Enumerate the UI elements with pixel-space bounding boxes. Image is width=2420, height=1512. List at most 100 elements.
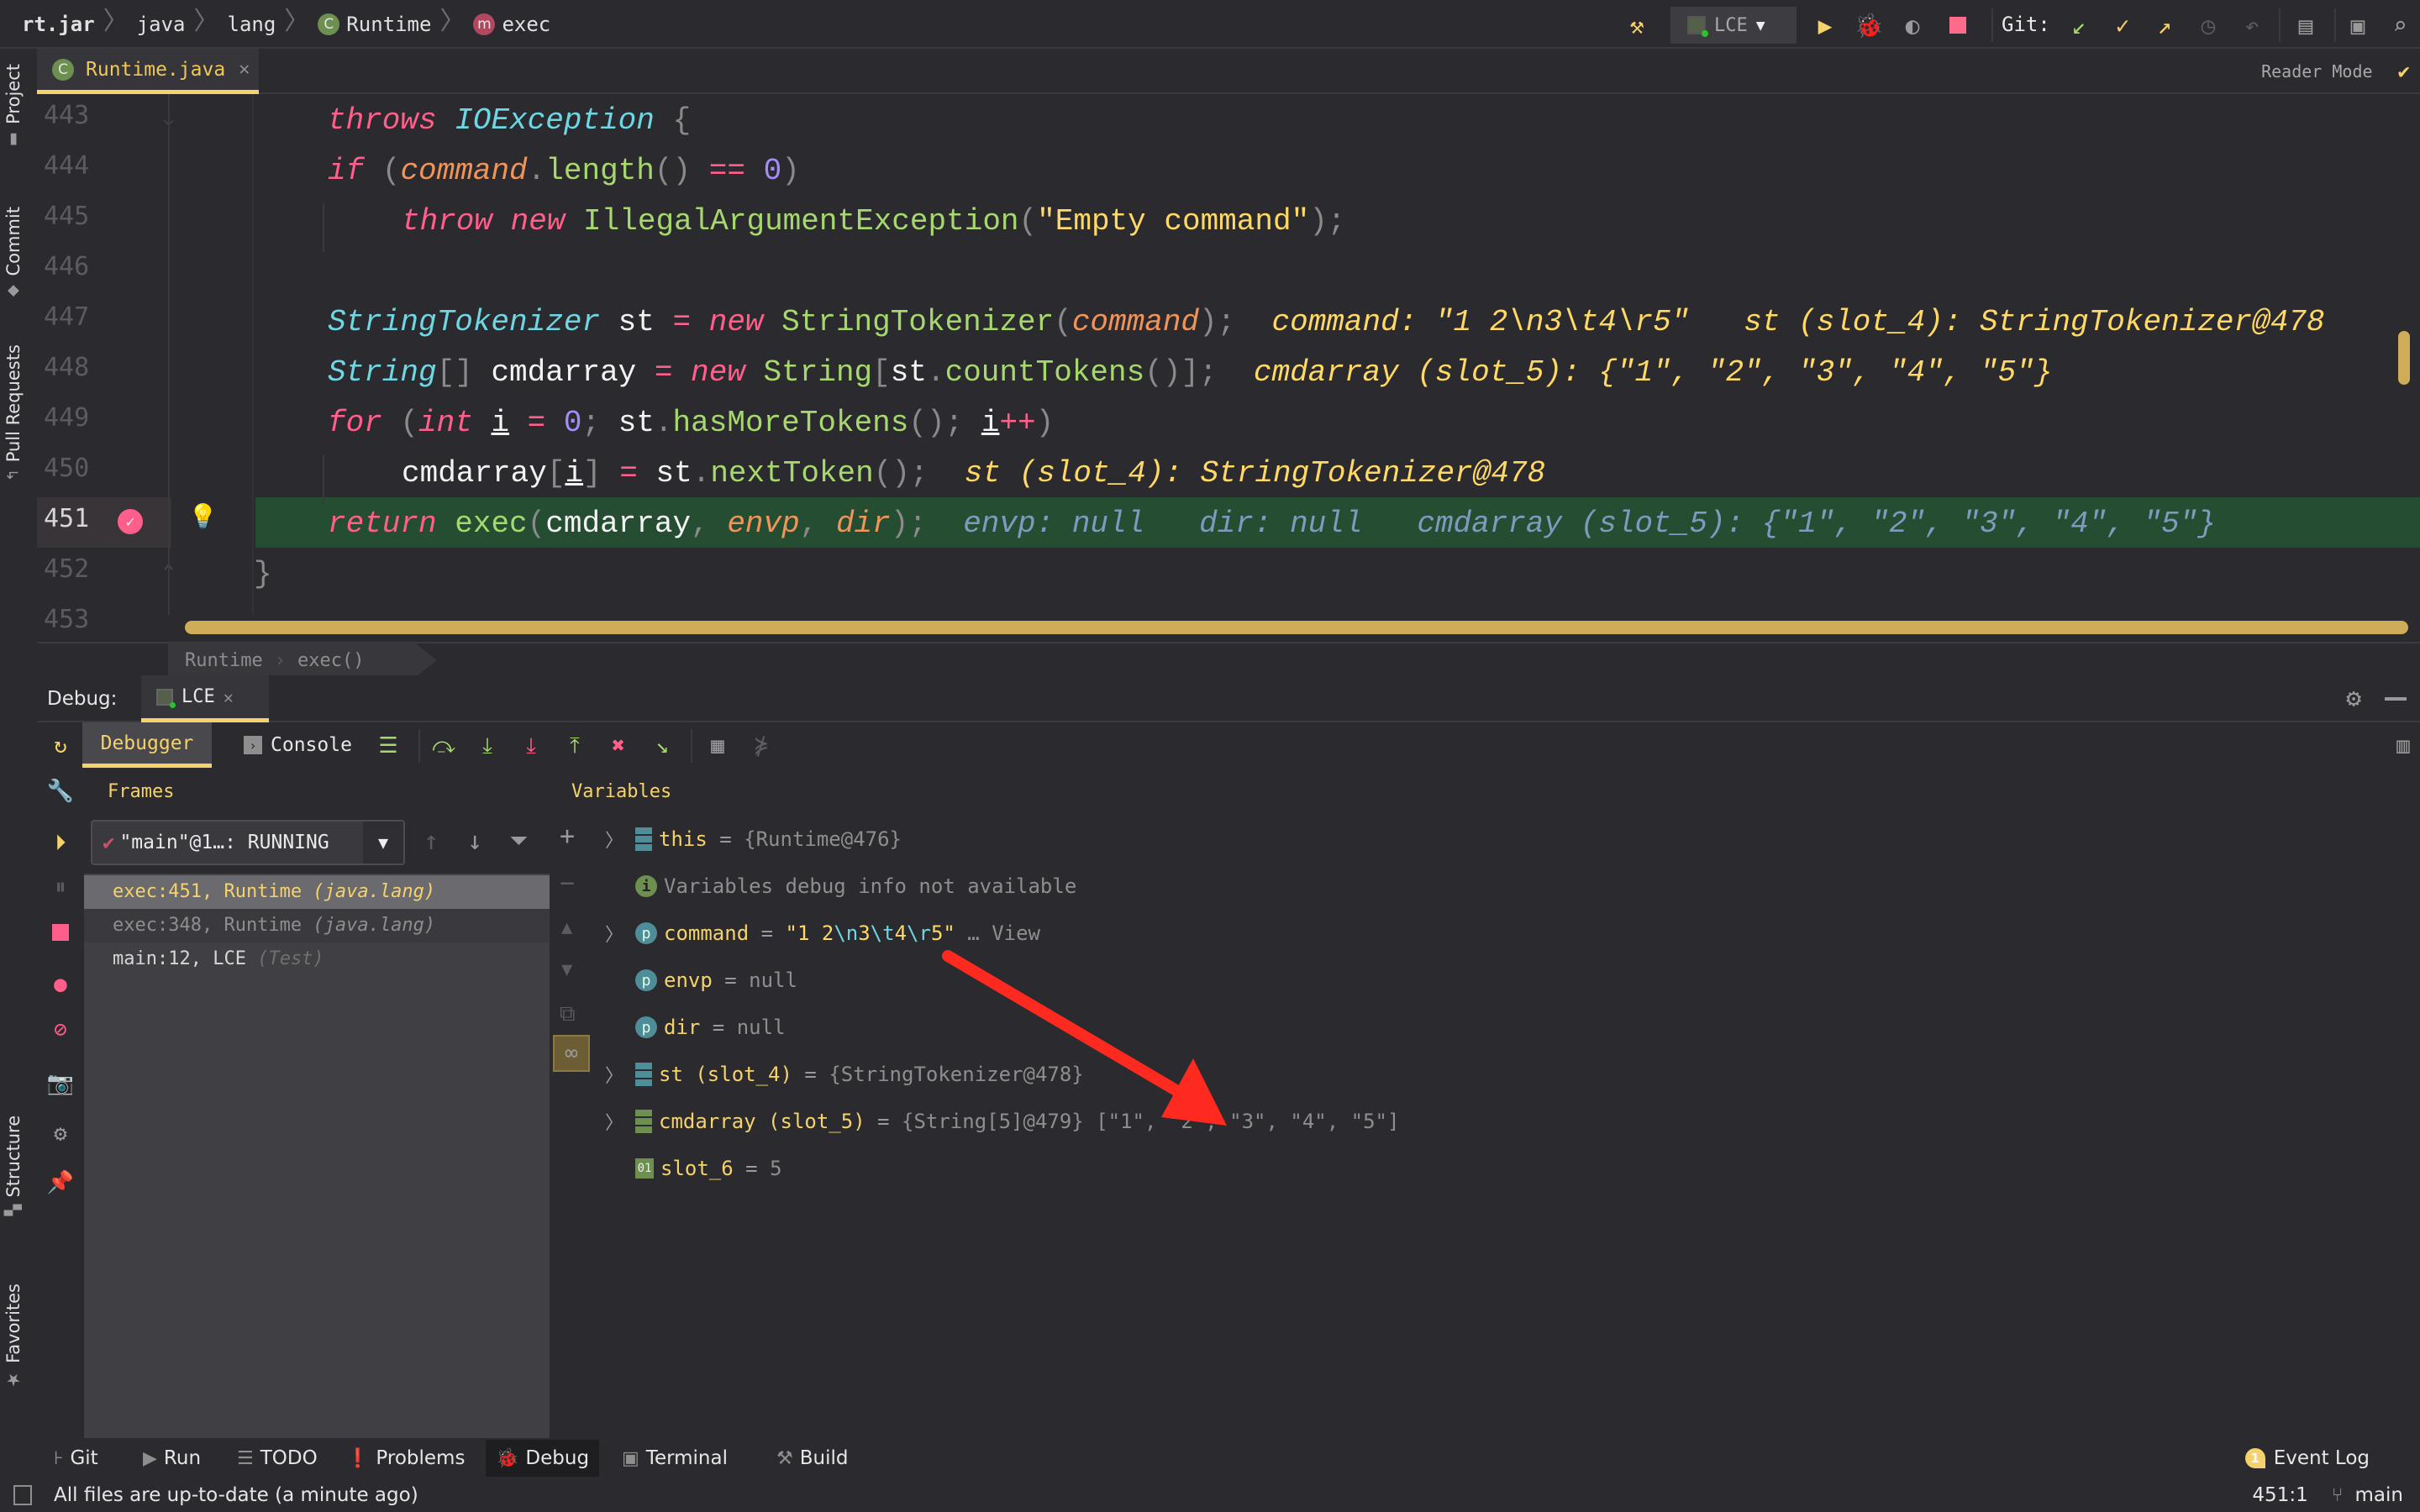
search-icon[interactable]: ⌕	[2383, 8, 2417, 42]
step-out-icon[interactable]: ⤒	[558, 729, 592, 763]
frame-item[interactable]: exec:451, Runtime (java.lang)	[84, 875, 550, 909]
thread-selector[interactable]: ✔ "main"@1…: RUNNING	[91, 820, 405, 865]
git-push-icon[interactable]: ↗	[2148, 8, 2181, 42]
reader-mode-button[interactable]: Reader Mode	[2261, 61, 2372, 81]
tool-window-project[interactable]: ▮ Project	[3, 64, 24, 149]
rerun-icon[interactable]: ↻	[44, 729, 77, 763]
move-up-icon[interactable]: ▲	[561, 917, 572, 938]
tool-window-terminal[interactable]: ▣ Terminal	[622, 1440, 728, 1477]
pause-program-icon[interactable]: ⏸	[45, 872, 76, 902]
tool-window-todo[interactable]: ☰ TODO	[237, 1440, 318, 1477]
show-watches-toggle-icon[interactable]: ∞	[553, 1035, 590, 1072]
pin-icon[interactable]: 📌	[45, 1168, 76, 1198]
minimize-icon[interactable]	[2385, 697, 2407, 701]
variable-row[interactable]: p envp = null	[605, 959, 797, 1001]
step-into-icon[interactable]: ⤓	[471, 729, 504, 763]
step-over-icon[interactable]: ⤼	[427, 729, 460, 763]
breakpoint-icon[interactable]: ✓	[118, 509, 143, 534]
breadcrumb-exec[interactable]: m exec	[473, 0, 550, 49]
stop-icon[interactable]	[45, 917, 76, 948]
chevron-down-icon[interactable]: ▼	[363, 822, 403, 864]
toggle-tool-windows-icon[interactable]	[13, 1485, 32, 1505]
variable-row[interactable]: p dir = null	[605, 1006, 786, 1048]
tool-window-git[interactable]: ⊦ Git	[54, 1440, 98, 1477]
settings-gear-icon[interactable]: ⚙	[45, 1119, 76, 1149]
vertical-scrollbar[interactable]	[2398, 331, 2410, 385]
build-hammer-icon[interactable]: ⚒	[1620, 8, 1654, 42]
tool-window-debug[interactable]: 🐞 Debug	[486, 1440, 600, 1477]
inspections-ok-icon[interactable]: ✔	[2398, 60, 2410, 83]
tool-window-label: Debug	[525, 1447, 590, 1469]
event-log-button[interactable]: 1 Event Log	[2244, 1440, 2370, 1477]
check-icon: ✔	[103, 831, 115, 854]
breadcrumb-runtime[interactable]: C Runtime	[318, 0, 431, 49]
tab-debugger[interactable]: Debugger	[82, 722, 212, 768]
debug-bug-icon[interactable]: 🐞	[1852, 8, 1886, 42]
run-with-coverage-icon[interactable]: ◐	[1896, 8, 1929, 42]
filter-icon[interactable]: ⏷	[509, 827, 528, 855]
tool-window-problems[interactable]: ❗ Problems	[346, 1440, 465, 1477]
run-icon[interactable]: ▶	[1808, 8, 1842, 42]
breadcrumb-rt-jar[interactable]: rt.jar	[22, 0, 95, 49]
camera-icon[interactable]: 📷	[45, 1068, 76, 1099]
layout-menu-icon[interactable]: ☰	[371, 729, 405, 763]
restore-layout-icon[interactable]: ▥	[2386, 729, 2420, 763]
tool-window-pull-requests[interactable]: ↰ Pull Requests	[3, 344, 24, 481]
frame-item[interactable]: exec:348, Runtime (java.lang)	[84, 909, 550, 942]
drop-frame-icon[interactable]: ✖	[602, 729, 635, 763]
add-watch-icon[interactable]: +	[560, 822, 575, 851]
run-to-cursor-icon[interactable]: ↘	[645, 729, 679, 763]
arrow-down-icon[interactable]: ↓	[467, 827, 482, 856]
force-step-into-icon[interactable]: ⤓	[514, 729, 548, 763]
breadcrumb-lang[interactable]: lang	[228, 0, 276, 49]
variable-row[interactable]: 01 slot_6 = 5	[605, 1147, 782, 1189]
run-configuration-select[interactable]: LCE ▼	[1670, 7, 1797, 44]
caret-position[interactable]: 451:1	[2252, 1484, 2307, 1506]
resume-program-icon[interactable]: ⏵	[45, 828, 76, 858]
horizontal-scrollbar[interactable]	[185, 621, 2408, 634]
tool-window-build[interactable]: ⚒ Build	[776, 1440, 848, 1477]
breadcrumb-method[interactable]: exec()	[297, 650, 364, 671]
lightbulb-icon[interactable]: 💡	[188, 502, 218, 530]
evaluate-expression-icon[interactable]: ▦	[701, 729, 734, 763]
view-link[interactable]: … View	[955, 921, 1040, 945]
chevron-right-icon[interactable]: 〉	[605, 1108, 635, 1135]
tool-window-commit[interactable]: ◆ Commit	[3, 207, 24, 301]
chevron-right-icon[interactable]: 〉	[605, 826, 635, 853]
tool-window-favorites[interactable]: ★ Favorites	[3, 1284, 24, 1390]
variable-row[interactable]: 〉 this = {Runtime@476}	[605, 818, 902, 860]
inline-value-hint: cmdarray (slot_5): {"1", "2", "3", "4", …	[1253, 355, 2053, 390]
close-icon[interactable]: ✕	[239, 59, 250, 80]
frame-item[interactable]: main:12, LCE (Test)	[84, 942, 550, 976]
editor-tab-runtime-java[interactable]: C Runtime.java ✕	[37, 49, 259, 94]
code-editor[interactable]: 443 444 445 446 447 448 449 450 451 452 …	[37, 94, 2420, 642]
git-update-icon[interactable]: ↙	[2062, 8, 2096, 42]
view-breakpoints-icon[interactable]: ●	[45, 969, 76, 1000]
stop-icon[interactable]	[1941, 8, 1975, 42]
run-anything-icon[interactable]: ▣	[2341, 8, 2375, 42]
git-commit-icon[interactable]: ✓	[2106, 8, 2139, 42]
chevron-right-icon[interactable]: 〉	[605, 920, 635, 947]
tab-console[interactable]: › Console	[244, 722, 352, 768]
tool-window-structure[interactable]: ▚ Structure	[3, 1116, 24, 1216]
wrench-settings-icon[interactable]: 🔧	[45, 776, 76, 806]
git-rollback-icon[interactable]: ↶	[2235, 8, 2269, 42]
breadcrumb-java[interactable]: java	[137, 0, 186, 49]
arrow-up-icon[interactable]: ↑	[424, 827, 439, 856]
remove-watch-icon[interactable]: −	[560, 869, 575, 898]
project-structure-icon[interactable]: ▤	[2289, 8, 2323, 42]
settings-gear-icon[interactable]: ⚙	[2346, 684, 2361, 713]
mute-breakpoints-icon[interactable]: ⊘	[45, 1015, 76, 1045]
debug-session-tab[interactable]: LCE ✕	[141, 675, 269, 722]
git-history-icon[interactable]: ◷	[2191, 8, 2225, 42]
breadcrumb-class[interactable]: Runtime	[185, 650, 263, 671]
duplicate-watch-icon[interactable]: ⧉	[560, 1001, 576, 1027]
close-icon[interactable]: ✕	[224, 687, 234, 707]
chevron-right-icon[interactable]: 〉	[605, 1061, 635, 1088]
trace-stream-icon[interactable]: ⋡	[744, 729, 778, 763]
warning-icon: ❗	[346, 1447, 370, 1469]
move-down-icon[interactable]: ▼	[561, 959, 572, 980]
git-branch[interactable]: main	[2355, 1484, 2403, 1506]
variable-row[interactable]: 〉 p command = "1 2\n3\t4\r5" … View	[605, 912, 1040, 954]
tool-window-run[interactable]: ▶ Run	[143, 1440, 201, 1477]
